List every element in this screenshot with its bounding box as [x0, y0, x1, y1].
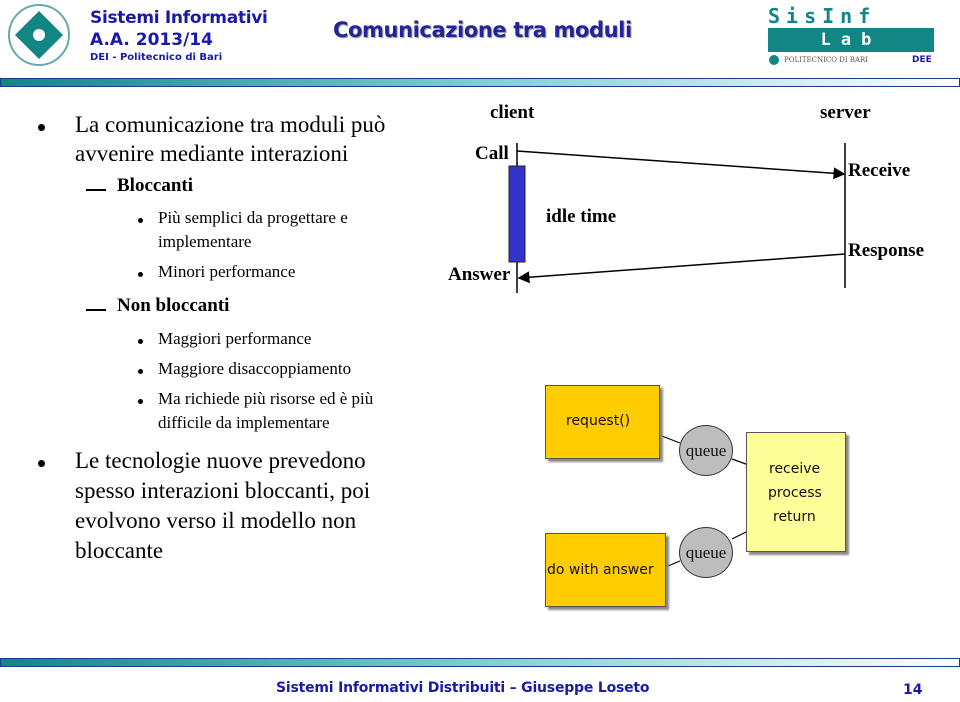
do-with-answer-box: do with answer	[545, 533, 666, 607]
idle-time-label: idle time	[546, 206, 617, 227]
response-queue: queue	[679, 527, 733, 578]
call-label: Call	[475, 143, 509, 164]
page-number: 14	[903, 682, 923, 698]
do-with-answer-label: do with answer	[547, 562, 654, 578]
receive-label: Receive	[848, 160, 911, 181]
response-queue-label: queue	[685, 543, 727, 562]
footer-divider-bar	[0, 658, 960, 667]
request-box: request()	[545, 385, 660, 459]
request-label: request()	[566, 413, 631, 429]
request-queue-label: queue	[685, 441, 727, 460]
diagram-lines	[508, 143, 846, 573]
client-label: client	[490, 102, 535, 123]
server-step-return: return	[773, 509, 816, 525]
footer-text: Sistemi Informativi Distribuiti – Giusep…	[276, 680, 650, 696]
response-arrow	[517, 253, 846, 284]
call-arrow	[516, 150, 846, 180]
answer-label: Answer	[448, 264, 511, 285]
idle-time-bar	[508, 165, 526, 263]
server-step-process: process	[768, 485, 822, 501]
response-label: Response	[848, 240, 925, 261]
request-queue: queue	[679, 425, 733, 476]
server-label: server	[820, 102, 871, 123]
server-step-receive: receive	[769, 461, 821, 477]
server-process-box: receive process return	[746, 432, 846, 552]
